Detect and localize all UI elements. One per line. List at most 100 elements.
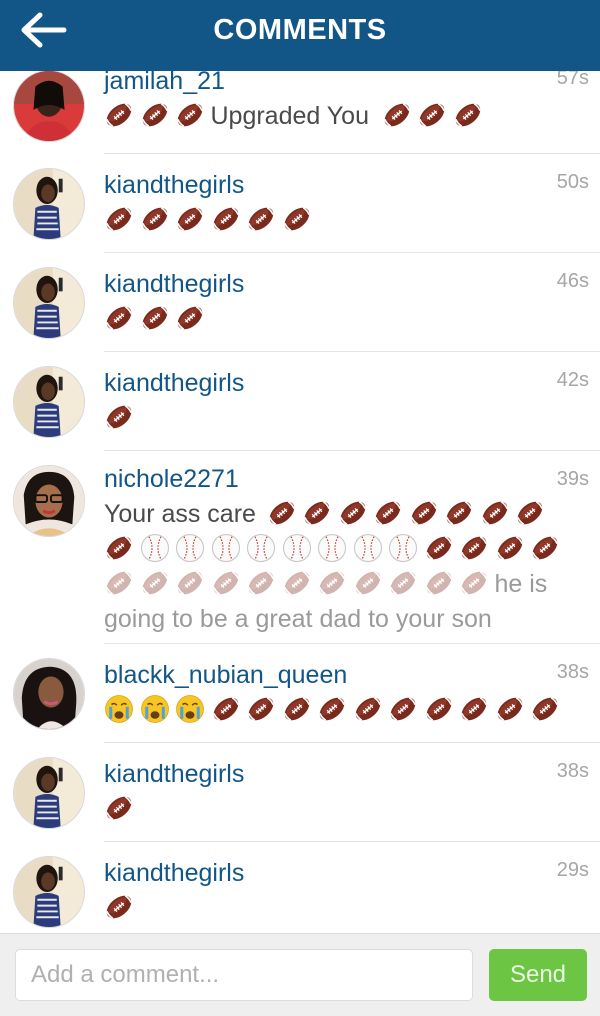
comment-username[interactable]: kiandthegirls [104,369,244,398]
football-emoji [140,204,170,234]
crying-face-emoji [140,694,170,724]
comment-timestamp: 50s [556,171,589,193]
comment-item: kiandthegirls 29s [0,842,600,933]
football-emoji [424,568,454,598]
comment-username[interactable]: nichole2271 [104,465,239,494]
add-comment-input[interactable] [15,949,473,1001]
football-emoji [104,892,134,922]
football-emoji [104,793,134,823]
football-emoji [282,694,312,724]
comment-text [104,302,576,337]
football-emoji [353,568,383,598]
comment-text: Your ass care he is going to be a great … [104,497,576,637]
baseball-emoji [388,533,418,563]
football-emoji [444,498,474,528]
page-title: COMMENTS [213,14,387,46]
football-emoji [211,568,241,598]
comment-item: kiandthegirls 42s [0,352,600,451]
football-emoji [175,204,205,234]
football-emoji [104,100,134,130]
comments-list[interactable]: jamilah_21 57s Upgraded You kiandthegirl… [0,71,600,933]
football-emoji [246,694,276,724]
comment-username[interactable]: jamilah_21 [104,71,225,96]
football-emoji [453,100,483,130]
comment-timestamp: 38s [556,661,589,683]
football-emoji [495,694,525,724]
football-emoji [495,533,525,563]
comment-text [104,792,576,827]
football-emoji [530,533,560,563]
comment-username[interactable]: blackk_nubian_queen [104,661,347,690]
football-emoji [424,694,454,724]
football-emoji [282,204,312,234]
football-emoji [302,498,332,528]
comment-item: jamilah_21 57s Upgraded You [0,71,600,154]
football-emoji [104,402,134,432]
football-emoji [104,568,134,598]
comment-text-segment: Your ass care [104,500,256,528]
football-emoji [317,568,347,598]
user-avatar[interactable] [13,168,85,240]
football-emoji [388,568,418,598]
comment-item: kiandthegirls 50s [0,154,600,253]
baseball-emoji [175,533,205,563]
football-emoji [175,568,205,598]
football-emoji [409,498,439,528]
comment-timestamp: 57s [556,71,589,89]
football-emoji [104,303,134,333]
football-emoji [267,498,297,528]
comment-text [104,891,576,926]
football-emoji [317,694,347,724]
football-emoji [175,303,205,333]
football-emoji [211,204,241,234]
football-emoji [459,568,489,598]
football-emoji [140,100,170,130]
user-avatar[interactable] [13,71,85,142]
comment-timestamp: 46s [556,270,589,292]
football-emoji [140,568,170,598]
football-emoji [246,204,276,234]
baseball-emoji [282,533,312,563]
football-emoji [104,533,134,563]
crying-face-emoji [175,694,205,724]
football-emoji [104,204,134,234]
user-avatar[interactable] [13,757,85,829]
football-emoji [515,498,545,528]
user-avatar[interactable] [13,465,85,537]
football-emoji [459,533,489,563]
comment-text [104,693,576,728]
comment-composer: Send [0,933,600,1016]
football-emoji [480,498,510,528]
send-button[interactable]: Send [489,949,587,1001]
football-emoji [246,568,276,598]
comment-text-segment: going to be a great dad to your son [104,605,492,633]
comment-text: Upgraded You [104,99,576,134]
comment-username[interactable]: kiandthegirls [104,270,244,299]
comment-item: blackk_nubian_queen 38s [0,644,600,743]
comment-username[interactable]: kiandthegirls [104,760,244,789]
football-emoji [459,694,489,724]
football-emoji [338,498,368,528]
user-avatar[interactable] [13,856,85,928]
baseball-emoji [317,533,347,563]
user-avatar[interactable] [13,267,85,339]
football-emoji [175,100,205,130]
football-emoji [211,694,241,724]
football-emoji [373,498,403,528]
football-emoji [417,100,447,130]
user-avatar[interactable] [13,658,85,730]
comment-text [104,203,576,238]
comment-username[interactable]: kiandthegirls [104,171,244,200]
user-avatar[interactable] [13,366,85,438]
baseball-emoji [140,533,170,563]
comment-timestamp: 29s [556,859,589,881]
comment-text-segment: he is [494,570,548,598]
comment-item: kiandthegirls 38s [0,743,600,842]
comment-username[interactable]: kiandthegirls [104,859,244,888]
top-navigation-bar: COMMENTS [0,0,600,71]
comment-timestamp: 38s [556,760,589,782]
football-emoji [353,694,383,724]
comment-timestamp: 42s [556,369,589,391]
comment-text [104,401,576,436]
comment-text-segment: Upgraded You [210,102,369,130]
